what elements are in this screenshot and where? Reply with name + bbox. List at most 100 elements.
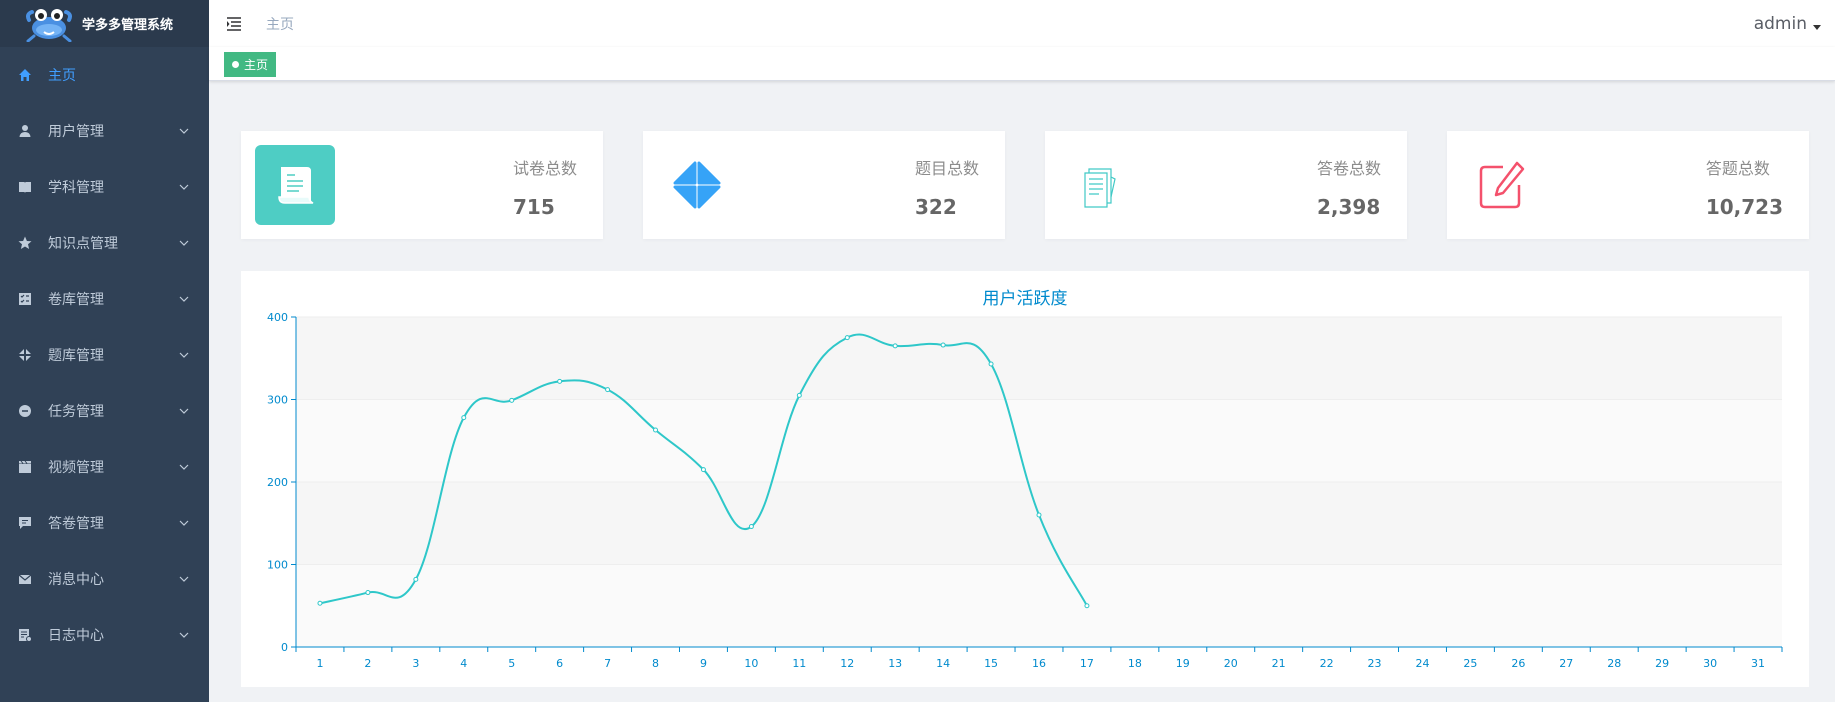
home-icon	[18, 68, 32, 82]
chevron-down-icon	[179, 296, 189, 302]
clapper-icon	[18, 460, 32, 474]
crab-mascot-icon	[26, 8, 72, 42]
chevron-down-icon	[179, 128, 189, 134]
data-point	[413, 576, 419, 582]
y-tick-label: 0	[281, 641, 288, 654]
sidebar-item-label: 任务管理	[48, 404, 104, 420]
logo[interactable]: 学多多管理系统	[0, 0, 209, 47]
x-tick-label: 31	[1751, 657, 1765, 670]
x-tick-label: 10	[744, 657, 758, 670]
circle-icon	[18, 404, 32, 418]
card-value: 10,723	[1705, 195, 1783, 219]
card-value: 2,398	[1316, 195, 1381, 219]
sidebar-item-question-bank[interactable]: 题库管理	[0, 327, 209, 383]
user-dropdown[interactable]: admin	[1754, 14, 1821, 34]
x-tick-label: 24	[1415, 657, 1429, 670]
sidebar-item-paper-bank[interactable]: 卷库管理	[0, 271, 209, 327]
sidebar-item-label: 答卷管理	[48, 516, 104, 532]
sidebar-item-answer-sheets[interactable]: 答卷管理	[0, 495, 209, 551]
stat-card-answer-sheets[interactable]: 答卷总数 2,398	[1045, 131, 1407, 239]
sidebar-item-label: 用户管理	[48, 124, 104, 140]
sidebar-menu: 主页 用户管理 学科管理 知识点管理 卷库管理 题库管理 任务管理 视频管理 答…	[0, 47, 209, 663]
y-tick-label: 200	[267, 476, 288, 489]
sidebar-item-label: 消息中心	[48, 572, 104, 588]
sidebar-item-logs[interactable]: 日志中心	[0, 607, 209, 663]
pinwheel-icon	[657, 145, 737, 225]
data-point	[988, 361, 994, 367]
chart-title: 用户活跃度	[983, 289, 1068, 309]
breadcrumb: 主页	[266, 16, 294, 33]
data-point	[1036, 512, 1042, 518]
card-title: 题目总数	[914, 159, 979, 178]
data-point	[461, 415, 467, 421]
tag-home[interactable]: 主页	[224, 52, 277, 77]
x-tick-label: 2	[364, 657, 371, 670]
chevron-down-icon	[179, 408, 189, 414]
grid-band	[296, 317, 1782, 400]
chevron-down-icon	[179, 520, 189, 526]
x-tick-label: 21	[1272, 657, 1286, 670]
data-point	[317, 600, 323, 606]
chevron-down-icon	[179, 184, 189, 190]
book-icon	[18, 180, 32, 194]
grid-band	[296, 482, 1782, 565]
data-point	[653, 427, 659, 433]
user-icon	[18, 124, 32, 138]
stat-card-questions[interactable]: 题目总数 322	[643, 131, 1005, 239]
pinwheel-icon	[18, 348, 32, 362]
data-point	[940, 342, 946, 348]
stat-card-papers[interactable]: 试卷总数 715	[241, 131, 603, 239]
message-icon	[18, 516, 32, 530]
data-point	[844, 335, 850, 341]
data-point	[796, 392, 802, 398]
app-title: 学多多管理系统	[82, 18, 174, 33]
card-title: 答题总数	[1705, 159, 1770, 178]
sidebar-item-subjects[interactable]: 学科管理	[0, 159, 209, 215]
data-point	[892, 343, 898, 349]
caret-down-icon	[1813, 24, 1821, 30]
x-tick-label: 18	[1128, 657, 1142, 670]
x-tick-label: 28	[1607, 657, 1621, 670]
x-tick-label: 5	[508, 657, 515, 670]
x-tick-label: 12	[840, 657, 854, 670]
scroll-icon	[255, 145, 335, 225]
x-tick-label: 14	[936, 657, 950, 670]
documents-icon	[1059, 145, 1139, 225]
sidebar-item-home[interactable]: 主页	[0, 47, 209, 103]
checklist-icon	[18, 292, 32, 306]
x-tick-label: 15	[984, 657, 998, 670]
chevron-down-icon	[179, 632, 189, 638]
x-tick-label: 3	[412, 657, 419, 670]
sidebar-item-label: 知识点管理	[48, 236, 118, 252]
x-tick-label: 26	[1511, 657, 1525, 670]
chevron-down-icon	[179, 464, 189, 470]
mail-icon	[18, 572, 32, 586]
x-tick-label: 7	[604, 657, 611, 670]
username: admin	[1753, 14, 1807, 34]
y-tick-label: 400	[267, 311, 288, 324]
x-tick-label: 6	[556, 657, 563, 670]
x-tick-label: 25	[1463, 657, 1477, 670]
x-tick-label: 1	[316, 657, 323, 670]
y-tick-label: 100	[267, 559, 288, 572]
card-value: 715	[512, 195, 555, 219]
sidebar-item-videos[interactable]: 视频管理	[0, 439, 209, 495]
sidebar-item-knowledge[interactable]: 知识点管理	[0, 215, 209, 271]
x-tick-label: 29	[1655, 657, 1669, 670]
card-title: 试卷总数	[512, 159, 577, 178]
x-tick-label: 11	[792, 657, 806, 670]
stat-card-answers[interactable]: 答题总数 10,723	[1447, 131, 1809, 239]
sidebar: 学多多管理系统 主页 用户管理 学科管理 知识点管理 卷库管理 题库管理 任务管…	[0, 0, 209, 702]
sidebar-item-messages[interactable]: 消息中心	[0, 551, 209, 607]
sidebar-item-users[interactable]: 用户管理	[0, 103, 209, 159]
sidebar-item-label: 学科管理	[48, 180, 104, 196]
card-text: 题目总数 322	[915, 155, 979, 219]
activity-chart-panel: 用户活跃度 0 100 200 300 400 1 2 3 4 5 6 7 8 9 10 11 12 13 14 15…	[241, 271, 1809, 687]
sidebar-item-tasks[interactable]: 任务管理	[0, 383, 209, 439]
x-tick-label: 16	[1032, 657, 1046, 670]
sidebar-item-label: 日志中心	[48, 628, 104, 644]
x-tick-label: 30	[1703, 657, 1717, 670]
x-tick-label: 23	[1368, 657, 1382, 670]
menu-toggle-icon[interactable]	[226, 16, 242, 32]
log-icon	[18, 628, 32, 642]
